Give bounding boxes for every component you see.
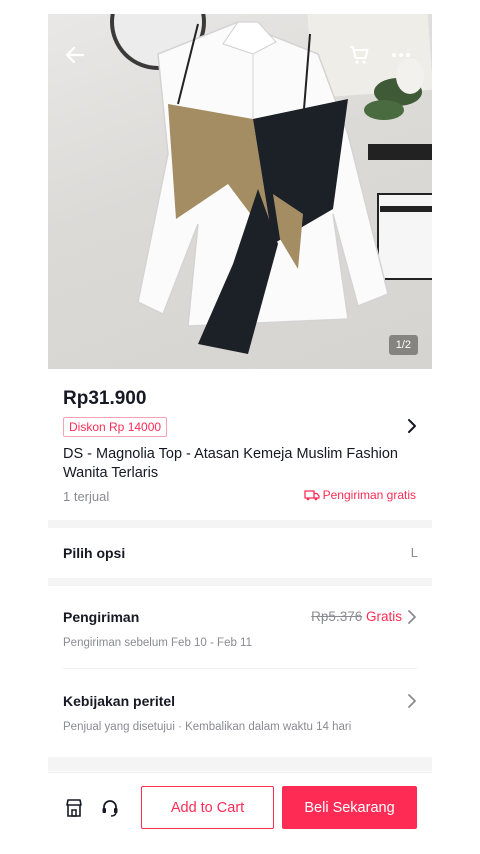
sold-count: 1 terjual <box>63 489 110 504</box>
cart-icon <box>350 46 369 64</box>
product-image[interactable]: 1/2 <box>48 14 432 369</box>
options-label[interactable]: Pilih opsi <box>63 545 125 561</box>
policy-detail: Penjual yang disetujui · Kembalikan dala… <box>63 721 352 733</box>
selected-option[interactable]: L <box>411 545 418 560</box>
free-shipping-label: Pengiriman gratis <box>322 488 416 502</box>
shop-icon[interactable] <box>64 798 84 818</box>
section-divider <box>48 520 432 528</box>
more-dots-icon <box>392 53 410 57</box>
add-to-cart-button[interactable]: Add to Cart <box>141 786 274 829</box>
product-info[interactable]: Rp31.900 Diskon Rp 14000 DS - Magnolia T… <box>48 370 432 520</box>
shipping-estimate: Pengiriman sebelum Feb 10 - Feb 11 <box>63 637 252 649</box>
product-price: Rp31.900 <box>63 388 147 409</box>
delivery-truck-icon <box>303 490 320 501</box>
chevron-right-icon[interactable] <box>407 694 417 708</box>
chevron-right-icon[interactable] <box>407 610 417 624</box>
cart-button[interactable] <box>342 38 376 72</box>
section-divider <box>48 757 432 771</box>
discount-badge: Diskon Rp 14000 <box>63 417 168 437</box>
bottom-action-bar: Add to Cart Beli Sekarang <box>48 772 432 854</box>
back-button[interactable] <box>58 38 92 72</box>
free-shipping-badge: Pengiriman gratis <box>303 488 416 502</box>
row-separator <box>63 668 417 669</box>
customer-service-icon[interactable] <box>100 798 120 818</box>
shipping-label[interactable]: Pengiriman <box>63 609 139 625</box>
chevron-right-icon[interactable] <box>406 418 418 434</box>
more-options-button[interactable] <box>384 38 418 72</box>
section-divider <box>48 578 432 586</box>
arrow-left-icon <box>65 46 85 64</box>
policy-label[interactable]: Kebijakan peritel <box>63 693 175 709</box>
product-title: DS - Magnolia Top - Atasan Kemeja Muslim… <box>63 446 398 481</box>
shipping-free-label: Gratis <box>365 609 402 624</box>
buy-now-button[interactable]: Beli Sekarang <box>282 786 417 829</box>
shipping-price[interactable]: Rp5.376 Gratis <box>311 609 402 624</box>
shipping-old-price: Rp5.376 <box>311 609 363 624</box>
image-counter: 1/2 <box>388 335 418 355</box>
